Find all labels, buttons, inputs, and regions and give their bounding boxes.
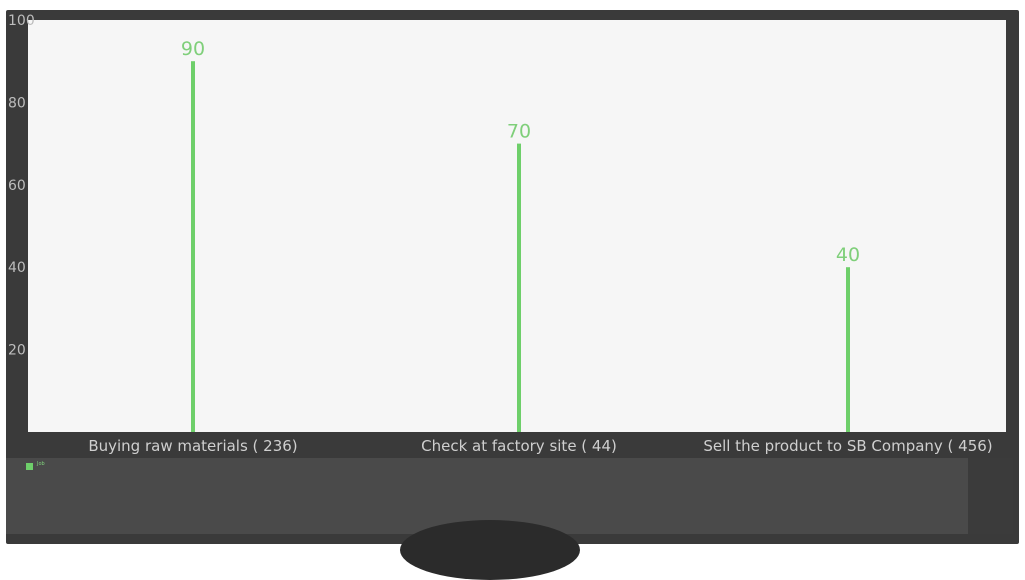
bar[interactable] xyxy=(191,61,195,432)
bar-value-label: 90 xyxy=(181,38,205,60)
y-tick-label: 100 xyxy=(8,13,35,29)
legend-label: Job xyxy=(37,461,45,467)
y-tick-label: 20 xyxy=(8,343,26,359)
bar-value-label: 40 xyxy=(836,244,860,266)
bar-value-label: 70 xyxy=(507,121,531,143)
legend-swatch xyxy=(26,463,33,470)
x-tick-label: Sell the product to SB Company ( 456) xyxy=(703,437,992,455)
x-tick-label: Check at factory site ( 44) xyxy=(421,437,617,455)
y-tick-label: 80 xyxy=(8,95,26,111)
bar[interactable] xyxy=(517,143,521,432)
y-tick-label: 40 xyxy=(8,260,26,276)
panel-edge xyxy=(968,458,1013,534)
bar[interactable] xyxy=(846,267,850,432)
y-tick-label: 60 xyxy=(8,178,26,194)
background-arc xyxy=(400,520,580,580)
x-tick-label: Buying raw materials ( 236) xyxy=(88,437,297,455)
